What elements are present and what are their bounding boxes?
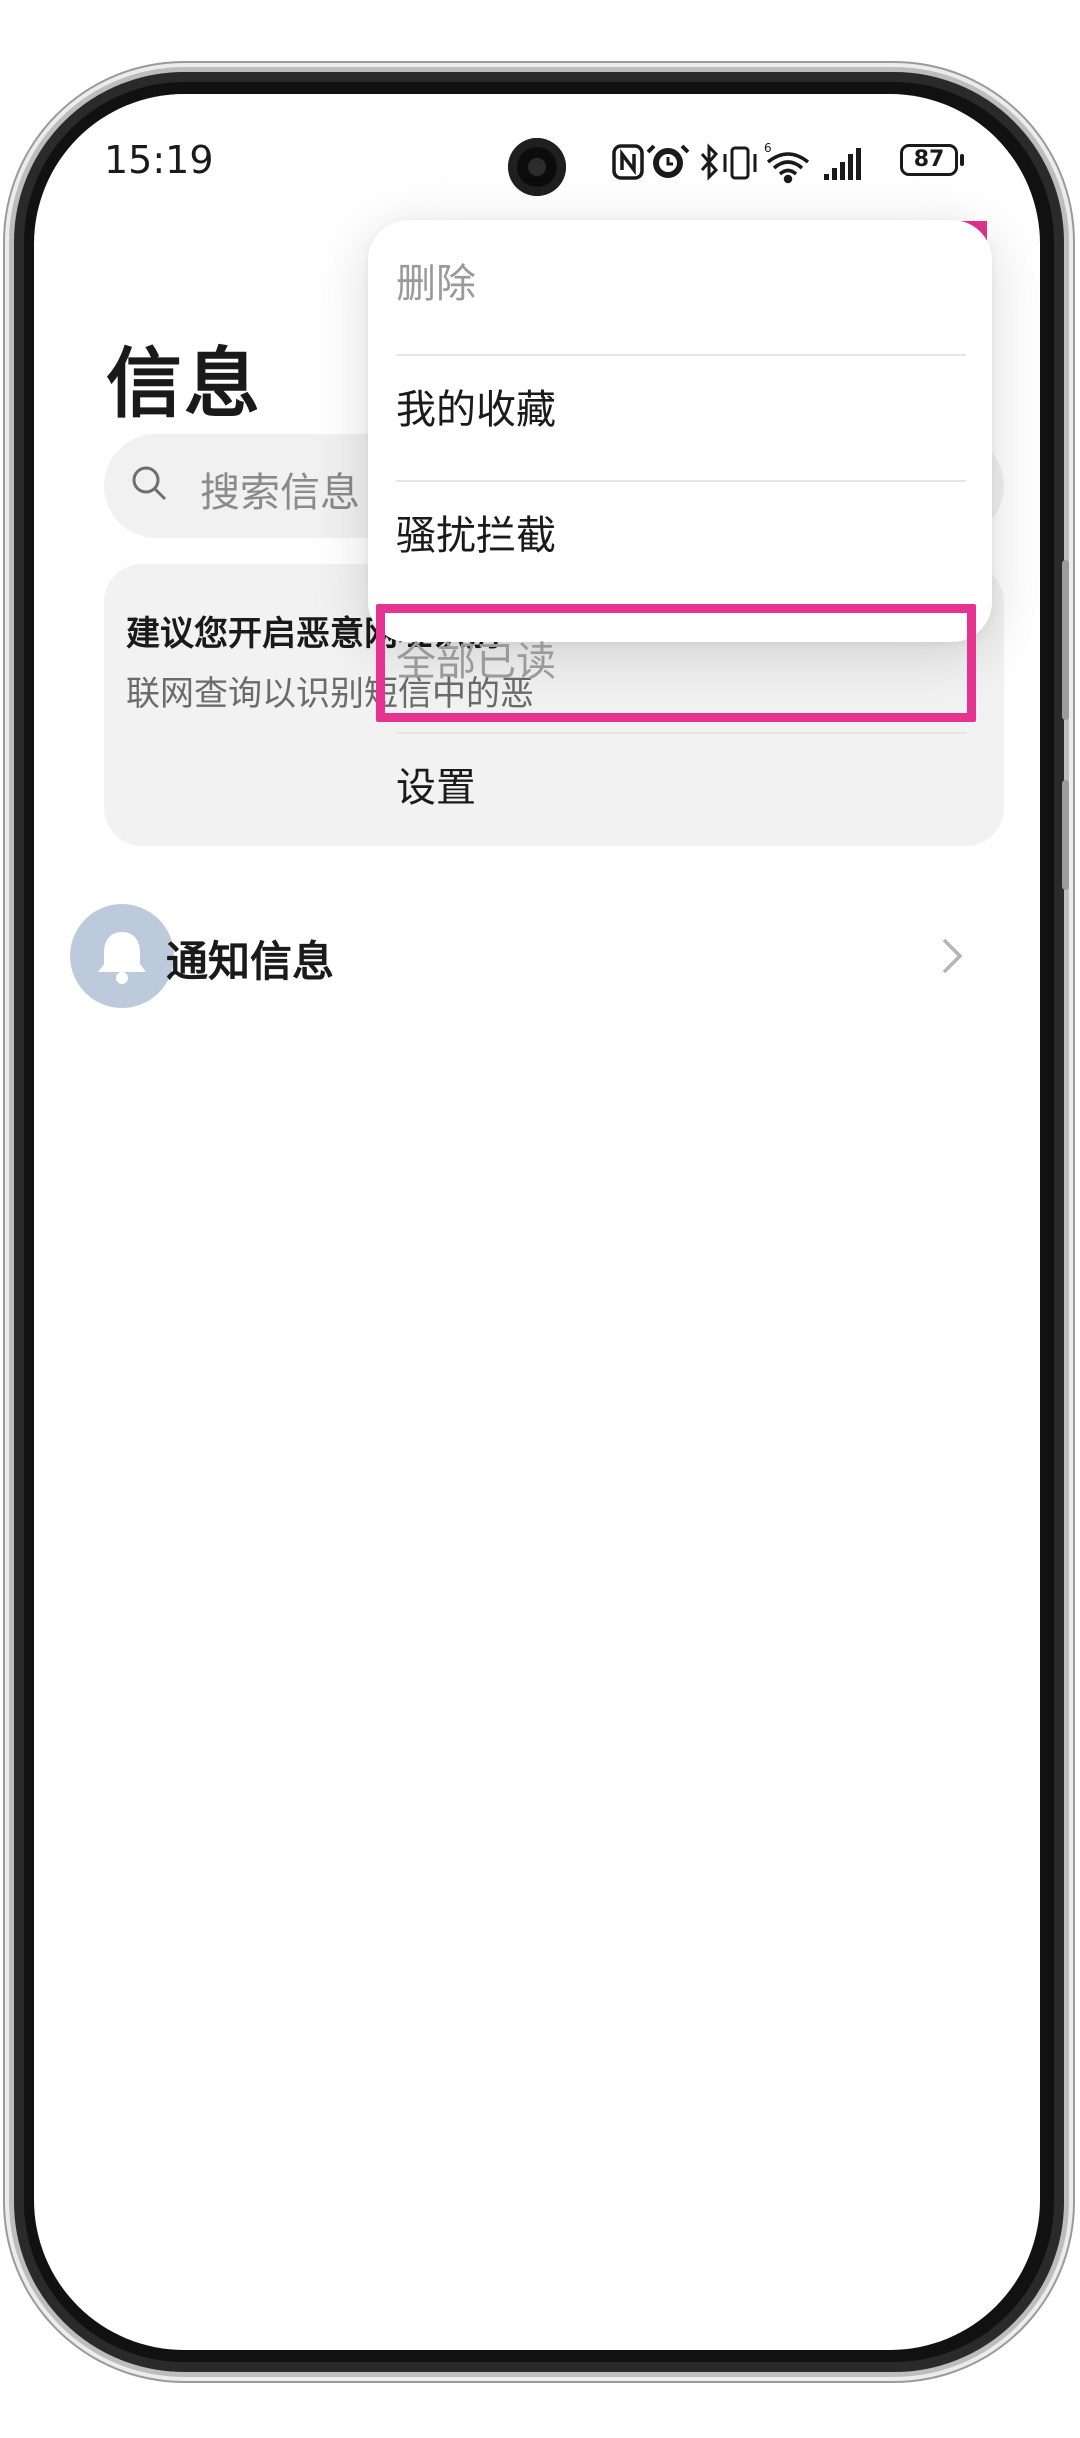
overflow-menu: 删除 我的收藏 骚扰拦截 全部已读 设置 — [368, 220, 992, 811]
list-item[interactable]: 通知信息 — [34, 884, 1040, 1044]
alarm-icon — [646, 144, 690, 178]
battery-icon: 87 — [900, 144, 958, 176]
signal-icon — [824, 148, 861, 180]
status-icons: 6 — [612, 141, 861, 184]
wifi-6-icon: 6 — [764, 141, 810, 184]
status-time: 15:19 — [104, 138, 214, 182]
bell-icon — [98, 932, 146, 984]
menu-divider — [396, 732, 966, 734]
avatar — [70, 904, 174, 1008]
page-title: 信息 — [106, 339, 262, 428]
menu-item-settings[interactable]: 设置 — [396, 746, 966, 830]
screen: 15:19 6 87 信息 搜索信息 建议您开启恶意网址识别 联网查询以识别短信… — [34, 94, 1040, 2350]
menu-item-favorites[interactable]: 我的收藏 — [396, 368, 966, 452]
spam-block-highlight — [376, 604, 976, 722]
power-button — [1062, 780, 1069, 890]
status-bar: 15:19 6 87 — [34, 94, 1040, 214]
conversation-title: 通知信息 — [166, 937, 335, 986]
svg-text:6: 6 — [764, 141, 772, 155]
vibrate-icon — [723, 146, 757, 180]
volume-button — [1062, 560, 1069, 720]
nfc-icon — [612, 144, 644, 180]
chevron-right-icon — [942, 938, 963, 974]
bluetooth-icon — [700, 143, 719, 181]
front-camera — [508, 138, 566, 196]
battery-tip — [960, 154, 964, 166]
search-placeholder: 搜索信息 — [200, 470, 360, 516]
menu-item-spam-block[interactable]: 骚扰拦截 — [396, 494, 966, 578]
menu-divider — [396, 480, 966, 482]
menu-divider — [396, 354, 966, 356]
menu-item-delete[interactable]: 删除 — [396, 242, 966, 326]
search-icon — [132, 466, 167, 501]
